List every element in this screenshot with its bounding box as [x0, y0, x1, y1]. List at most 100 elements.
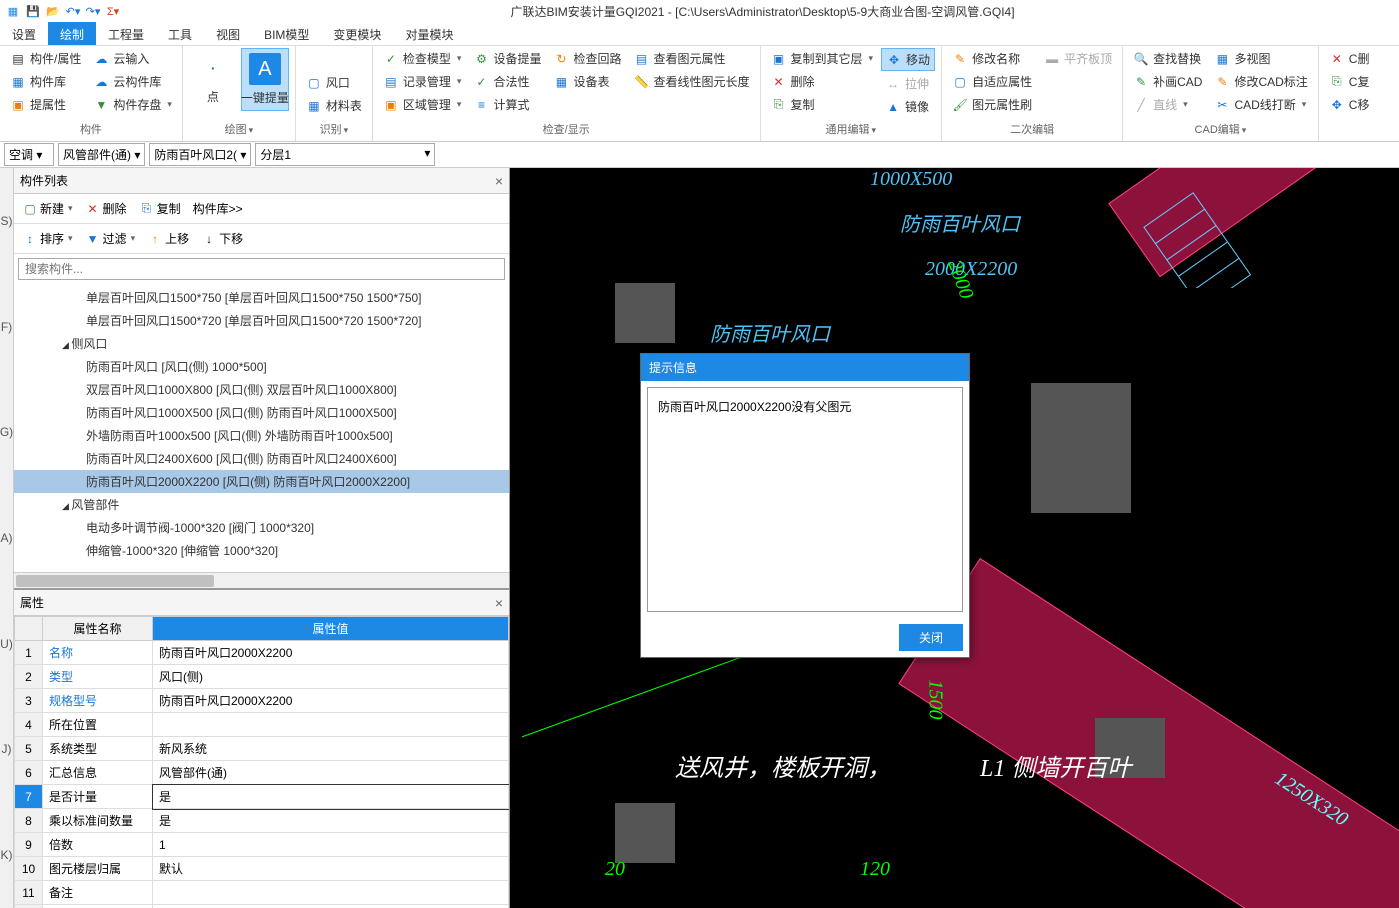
- btn-cloud-input[interactable]: ☁云输入: [89, 48, 176, 69]
- properties-close-icon[interactable]: ×: [495, 595, 503, 611]
- btn-check-model[interactable]: ✓检查模型: [379, 48, 466, 69]
- btn-vent[interactable]: ▢风口: [302, 72, 366, 93]
- component-list-close-icon[interactable]: ×: [495, 173, 503, 189]
- btn-point[interactable]: ·点: [189, 48, 237, 109]
- prop-row[interactable]: 8乘以标准间数量是: [15, 809, 509, 833]
- tree-item[interactable]: 侧风口: [14, 332, 509, 355]
- tree-item[interactable]: 电动多叶调节阀-1000*320 [阀门 1000*320]: [14, 516, 509, 539]
- tree-item[interactable]: 伸缩管-1000*320 [伸缩管 1000*320]: [14, 539, 509, 562]
- btn-copy[interactable]: ⎘复制: [767, 94, 878, 115]
- btn-save-component[interactable]: ▼构件存盘: [89, 94, 176, 115]
- tree-item[interactable]: 单层百叶回风口1500*720 [单层百叶回风口1500*720 1500*72…: [14, 309, 509, 332]
- prop-row[interactable]: 9倍数1: [15, 833, 509, 857]
- btn-one-key-qty[interactable]: A一键提量: [241, 48, 289, 111]
- prop-value[interactable]: 风口(侧): [153, 665, 509, 689]
- tb-up[interactable]: ↑上移: [143, 228, 193, 249]
- prop-row[interactable]: 10图元楼层归属默认: [15, 857, 509, 881]
- tree-scrollbar[interactable]: [14, 572, 509, 588]
- btn-delete[interactable]: ✕删除: [767, 71, 878, 92]
- btn-cad-break[interactable]: ✂CAD线打断: [1210, 94, 1311, 115]
- component-tree[interactable]: 单层百叶回风口1500*750 [单层百叶回风口1500*750 1500*75…: [14, 284, 509, 572]
- prop-value[interactable]: 防雨百叶风口2000X2200: [153, 689, 509, 713]
- tree-item[interactable]: 风管部件: [14, 493, 509, 516]
- prop-row[interactable]: 4所在位置: [15, 713, 509, 737]
- prop-value[interactable]: 防雨百叶风口2000X2200: [153, 641, 509, 665]
- btn-multi-view[interactable]: ▦多视图: [1210, 48, 1311, 69]
- btn-line[interactable]: ╱直线: [1129, 94, 1206, 115]
- btn-copy-to-floor[interactable]: ▣复制到其它层: [767, 48, 878, 69]
- tab-view[interactable]: 视图: [204, 22, 252, 45]
- tb-filter[interactable]: ▼过滤: [81, 228, 140, 249]
- btn-component-attr[interactable]: ▤构件/属性: [6, 48, 85, 69]
- tab-settings[interactable]: 设置: [0, 22, 48, 45]
- tb-delete[interactable]: ✕删除: [81, 198, 131, 219]
- btn-record-manage[interactable]: ▤记录管理: [379, 71, 466, 92]
- prop-row[interactable]: 11备注: [15, 881, 509, 905]
- tab-bim[interactable]: BIM模型: [252, 22, 321, 45]
- tb-copy[interactable]: ⎘复制: [135, 198, 185, 219]
- prop-value[interactable]: 新风系统: [153, 737, 509, 761]
- btn-material-table[interactable]: ▦材料表: [302, 95, 366, 116]
- btn-extract-attr[interactable]: ▣提属性: [6, 94, 85, 115]
- btn-attr-brush[interactable]: 🖌图元属性刷: [948, 94, 1036, 115]
- tree-item[interactable]: 防雨百叶风口 [风口(侧) 1000*500]: [14, 355, 509, 378]
- btn-modify-cad-annot[interactable]: ✎修改CAD标注: [1210, 71, 1311, 92]
- tree-item[interactable]: 外墙防雨百叶1000x500 [风口(侧) 外墙防雨百叶1000x500]: [14, 424, 509, 447]
- ctx-layer[interactable]: 分层1 ▾: [255, 143, 435, 166]
- btn-c-del[interactable]: ✕C删: [1325, 48, 1374, 69]
- prop-value[interactable]: 1: [153, 833, 509, 857]
- tb-sort[interactable]: ↕排序: [18, 228, 77, 249]
- tab-quantity[interactable]: 工程量: [96, 22, 156, 45]
- prop-value[interactable]: 是: [153, 785, 509, 809]
- prop-row[interactable]: 12⊞ 显示样式: [15, 905, 509, 908]
- tree-item[interactable]: 防雨百叶风口1000X500 [风口(侧) 防雨百叶风口1000X500]: [14, 401, 509, 424]
- btn-draw-cad[interactable]: ✎补画CAD: [1129, 71, 1206, 92]
- prop-value[interactable]: [153, 881, 509, 905]
- btn-move[interactable]: ✥移动: [881, 48, 935, 71]
- drawing-canvas[interactable]: 1000X500 防雨百叶风口 2000X2200 防雨百叶风口 送风井，楼板开…: [510, 168, 1399, 908]
- qat-save-icon[interactable]: 💾: [24, 2, 42, 20]
- tab-tools[interactable]: 工具: [156, 22, 204, 45]
- prop-value[interactable]: 默认: [153, 857, 509, 881]
- btn-stretch[interactable]: ↔拉伸: [881, 73, 935, 94]
- group-label-draw[interactable]: 绘图: [189, 119, 289, 139]
- dialog-title[interactable]: 提示信息: [641, 354, 969, 381]
- ctx-part-type[interactable]: 风管部件(通) ▾: [58, 143, 145, 166]
- prop-value[interactable]: [153, 905, 509, 908]
- prop-value[interactable]: [153, 713, 509, 737]
- btn-formula[interactable]: ≡计算式: [469, 94, 545, 115]
- tab-draw[interactable]: 绘制: [48, 22, 96, 45]
- qat-redo-icon[interactable]: ↷▾: [84, 2, 102, 20]
- prop-row[interactable]: 1名称防雨百叶风口2000X2200: [15, 641, 509, 665]
- qat-open-icon[interactable]: 📂: [44, 2, 62, 20]
- prop-row[interactable]: 2类型风口(侧): [15, 665, 509, 689]
- btn-rename[interactable]: ✎修改名称: [948, 48, 1036, 69]
- btn-device-qty[interactable]: ⚙设备提量: [469, 48, 545, 69]
- qat-sum-icon[interactable]: Σ▾: [104, 2, 122, 20]
- prop-value[interactable]: 风管部件(通): [153, 761, 509, 785]
- btn-legality[interactable]: ✓合法性: [469, 71, 545, 92]
- btn-align-slab[interactable]: ▬平齐板顶: [1040, 48, 1116, 69]
- tab-compare[interactable]: 对量模块: [393, 22, 465, 45]
- btn-auto-adapt[interactable]: ▢自适应属性: [948, 71, 1036, 92]
- prop-value[interactable]: 是: [153, 809, 509, 833]
- tab-change[interactable]: 变更模块: [321, 22, 393, 45]
- component-search-input[interactable]: [18, 258, 505, 280]
- ctx-component[interactable]: 防雨百叶风口2( ▾: [149, 143, 251, 166]
- btn-find-replace[interactable]: 🔍查找替换: [1129, 48, 1206, 69]
- btn-device-table[interactable]: ▦设备表: [549, 71, 625, 92]
- tree-item[interactable]: 防雨百叶风口2400X600 [风口(侧) 防雨百叶风口2400X600]: [14, 447, 509, 470]
- qat-undo-icon[interactable]: ↶▾: [64, 2, 82, 20]
- tree-item[interactable]: 单层百叶回风口1500*750 [单层百叶回风口1500*750 1500*75…: [14, 286, 509, 309]
- tb-lib[interactable]: 构件库>>: [189, 198, 247, 219]
- btn-view-line-len[interactable]: 📏查看线性图元长度: [629, 71, 753, 92]
- tree-item[interactable]: 双层百叶风口1000X800 [风口(侧) 双层百叶风口1000X800]: [14, 378, 509, 401]
- group-label-cad[interactable]: CAD编辑: [1129, 119, 1312, 139]
- ctx-system[interactable]: 空调 ▾: [4, 143, 54, 166]
- btn-component-lib[interactable]: ▦构件库: [6, 71, 85, 92]
- dialog-close-button[interactable]: 关闭: [899, 624, 963, 651]
- prop-row[interactable]: 6汇总信息风管部件(通): [15, 761, 509, 785]
- tree-item[interactable]: 防雨百叶风口2000X2200 [风口(侧) 防雨百叶风口2000X2200]: [14, 470, 509, 493]
- btn-c-move[interactable]: ✥C移: [1325, 94, 1374, 115]
- prop-row[interactable]: 3规格型号防雨百叶风口2000X2200: [15, 689, 509, 713]
